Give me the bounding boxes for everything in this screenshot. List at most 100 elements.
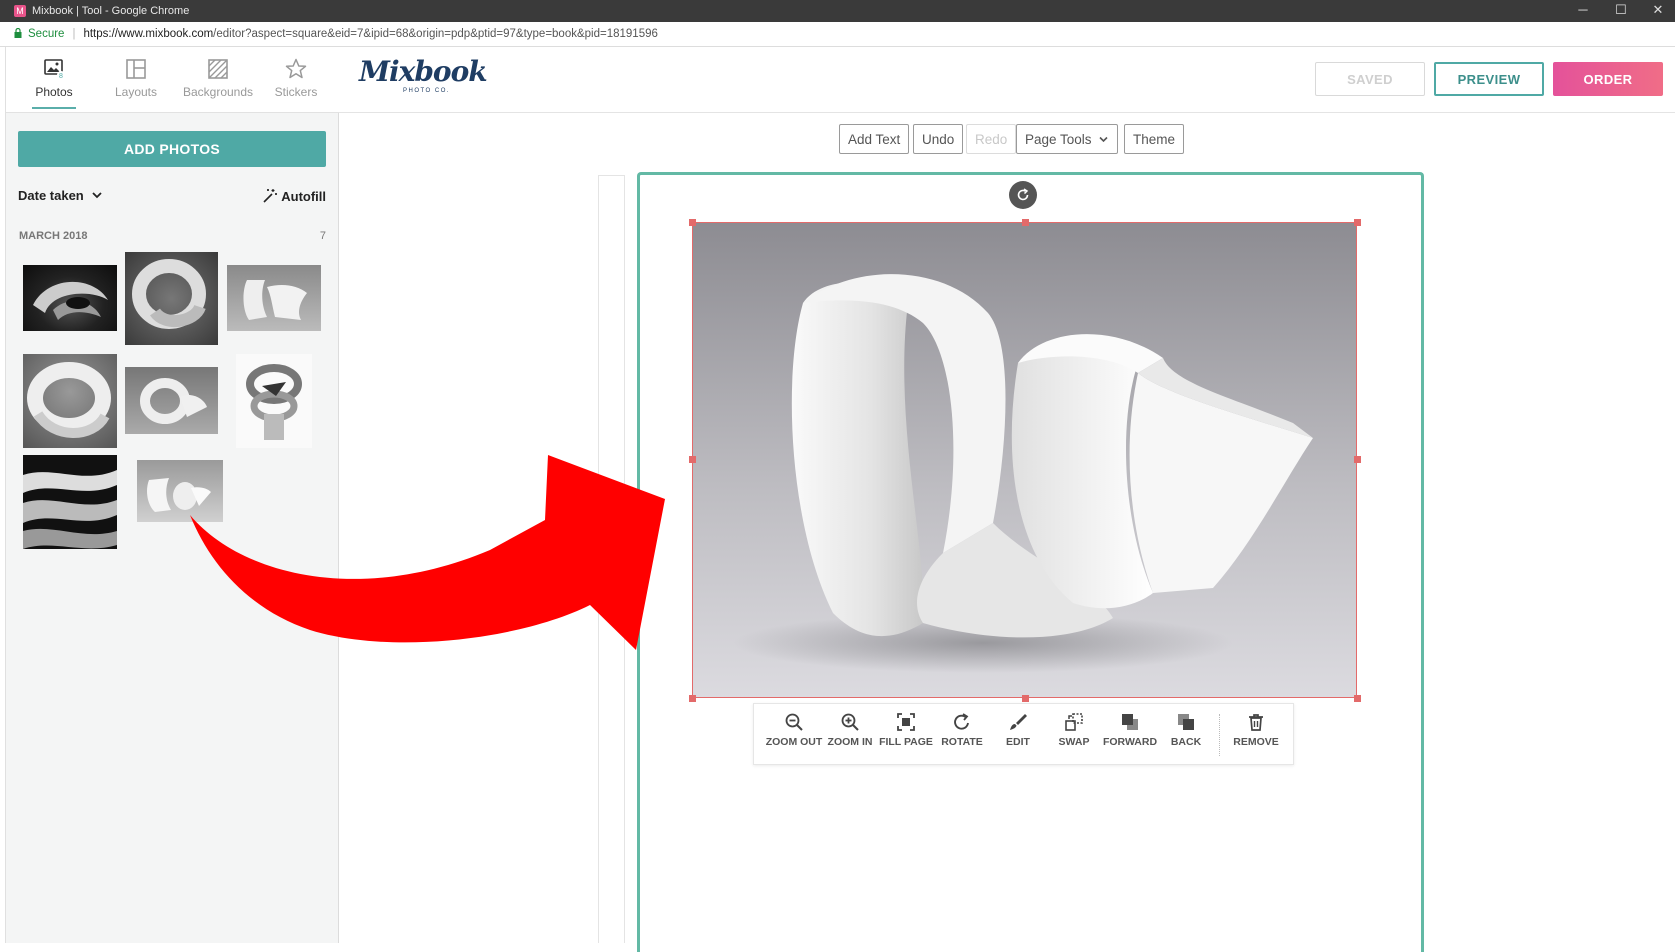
logo-brand: Mixbook	[359, 55, 488, 88]
theme-button[interactable]: Theme	[1124, 124, 1185, 154]
tab-layouts[interactable]: Layouts	[96, 57, 176, 99]
remove-button[interactable]: REMOVE	[1226, 712, 1286, 748]
chevron-down-icon	[92, 192, 103, 199]
send-back-icon	[1178, 714, 1194, 730]
rotate-button[interactable]: ROTATE	[932, 712, 992, 748]
minimize-button[interactable]: ─	[1565, 0, 1601, 22]
photo-group-header: MARCH 2018 7	[19, 230, 326, 242]
back-button[interactable]: BACK	[1156, 712, 1216, 748]
address-bar[interactable]: Secure | https://www.mixbook.com/editor?…	[0, 22, 1675, 47]
rotate-label: ROTATE	[941, 736, 983, 748]
url-path: /editor?aspect=square&eid=7&ipid=68&orig…	[213, 28, 658, 40]
page-tools-dropdown[interactable]: Page Tools	[1016, 124, 1119, 154]
fill-page-icon	[897, 713, 915, 731]
tab-stickers[interactable]: Stickers	[256, 57, 336, 99]
forward-label: FORWARD	[1102, 736, 1158, 748]
close-window-button[interactable]: ✕	[1640, 0, 1675, 22]
sidebar-tabs: 8 Photos Layouts Backgrounds Stickers	[6, 47, 339, 113]
preview-button[interactable]: PREVIEW	[1434, 62, 1544, 96]
tools-divider	[1219, 714, 1220, 756]
zoom-out-button[interactable]: ZOOM OUT	[764, 712, 824, 748]
photo-thumbnail[interactable]	[125, 367, 218, 434]
maximize-button[interactable]: ☐	[1603, 0, 1639, 22]
remove-label: REMOVE	[1233, 736, 1279, 748]
fill-page-button[interactable]: FILL PAGE	[876, 712, 936, 748]
tab-photos-label: Photos	[35, 85, 73, 99]
zoom-in-button[interactable]: ZOOM IN	[820, 712, 880, 748]
rotate-icon	[954, 713, 969, 730]
swap-label: SWAP	[1058, 736, 1090, 748]
photo-thumbnail[interactable]	[23, 265, 117, 331]
fill-page-label: FILL PAGE	[879, 736, 933, 748]
photos-count-badge: 8	[59, 73, 63, 80]
tab-backgrounds-label: Backgrounds	[182, 85, 254, 99]
window-titlebar: M Mixbook | Tool - Google Chrome ─ ☐ ✕	[0, 0, 1675, 22]
photos-icon: 8	[14, 57, 94, 81]
editor-header: Mixbook PHOTO CO. SAVED PREVIEW ORDER	[339, 47, 1675, 113]
photo-thumbnail[interactable]	[227, 265, 321, 331]
editor-canvas: Add Text Undo Redo Page Tools Theme ZOOM…	[339, 113, 1675, 952]
date-taken-dropdown[interactable]: Date taken	[18, 188, 103, 203]
date-taken-label: Date taken	[18, 188, 84, 203]
logo-subtitle: PHOTO CO.	[403, 88, 451, 94]
edit-label: EDIT	[1006, 736, 1030, 748]
resize-handle-top[interactable]	[1022, 219, 1029, 226]
photo-thumbnail[interactable]	[125, 252, 218, 345]
autofill-button[interactable]: Autofill	[262, 188, 326, 204]
photo-group-count: 7	[319, 230, 326, 242]
photo-tools-bar: ZOOM OUT ZOOM IN FILL PAGE ROTATE EDIT S…	[753, 703, 1294, 765]
forward-button[interactable]: FORWARD	[1100, 712, 1160, 748]
layouts-icon	[96, 57, 176, 81]
photo-thumbnail[interactable]	[23, 354, 117, 448]
mixbook-logo[interactable]: Mixbook PHOTO CO.	[359, 55, 488, 99]
resize-handle-right[interactable]	[1354, 456, 1361, 463]
edit-button[interactable]: EDIT	[988, 712, 1048, 748]
lock-icon	[14, 27, 22, 41]
window-title: Mixbook | Tool - Google Chrome	[32, 5, 190, 17]
saved-button[interactable]: SAVED	[1315, 62, 1425, 96]
add-photos-button[interactable]: ADD PHOTOS	[18, 131, 326, 167]
photo-thumbnail[interactable]	[236, 354, 312, 448]
selected-photo[interactable]	[692, 222, 1357, 698]
resize-handle-left[interactable]	[689, 456, 696, 463]
photo-thumbnail[interactable]	[137, 460, 223, 522]
rotate-handle-icon[interactable]	[1009, 181, 1037, 209]
photo-group-month: MARCH 2018	[19, 230, 88, 242]
trash-icon	[1249, 714, 1263, 731]
tab-backgrounds[interactable]: Backgrounds	[178, 57, 258, 99]
secure-label: Secure	[28, 28, 65, 40]
resize-handle-bottom[interactable]	[1022, 695, 1029, 702]
magic-wand-icon	[263, 189, 278, 203]
photo-thumbnail[interactable]	[23, 455, 117, 549]
swap-button[interactable]: SWAP	[1044, 712, 1104, 748]
swap-icon	[1065, 713, 1083, 731]
zoom-in-icon	[841, 713, 859, 731]
sidebar-edge	[0, 47, 6, 943]
tab-layouts-label: Layouts	[114, 85, 158, 99]
page-tools-label: Page Tools	[1025, 131, 1092, 147]
paper-curl-photo	[693, 223, 1356, 697]
sort-row: Date taken Autofill	[18, 188, 326, 208]
tab-photos[interactable]: 8 Photos	[14, 57, 94, 109]
address-separator: |	[72, 28, 76, 40]
star-icon	[256, 57, 336, 81]
undo-button[interactable]: Undo	[913, 124, 964, 154]
page-toolbar: Add Text Undo Redo Page Tools Theme	[339, 121, 1675, 154]
tab-stickers-label: Stickers	[274, 85, 318, 99]
zoom-out-label: ZOOM OUT	[765, 736, 823, 748]
add-text-button[interactable]: Add Text	[839, 124, 910, 154]
redo-button[interactable]: Redo	[966, 124, 1017, 154]
backgrounds-icon	[178, 57, 258, 81]
book-spine	[598, 175, 625, 943]
resize-handle-top-right[interactable]	[1354, 219, 1361, 226]
url-domain: https://www.mixbook.com	[83, 28, 214, 40]
resize-handle-bottom-left[interactable]	[689, 695, 696, 702]
url-text[interactable]: https://www.mixbook.com/editor?aspect=sq…	[83, 28, 657, 40]
chevron-down-icon	[1099, 136, 1108, 142]
resize-handle-top-left[interactable]	[689, 219, 696, 226]
order-button[interactable]: ORDER	[1553, 62, 1663, 96]
autofill-label: Autofill	[281, 189, 326, 204]
resize-handle-bottom-right[interactable]	[1354, 695, 1361, 702]
bring-forward-icon	[1122, 714, 1138, 730]
back-label: BACK	[1170, 736, 1202, 748]
